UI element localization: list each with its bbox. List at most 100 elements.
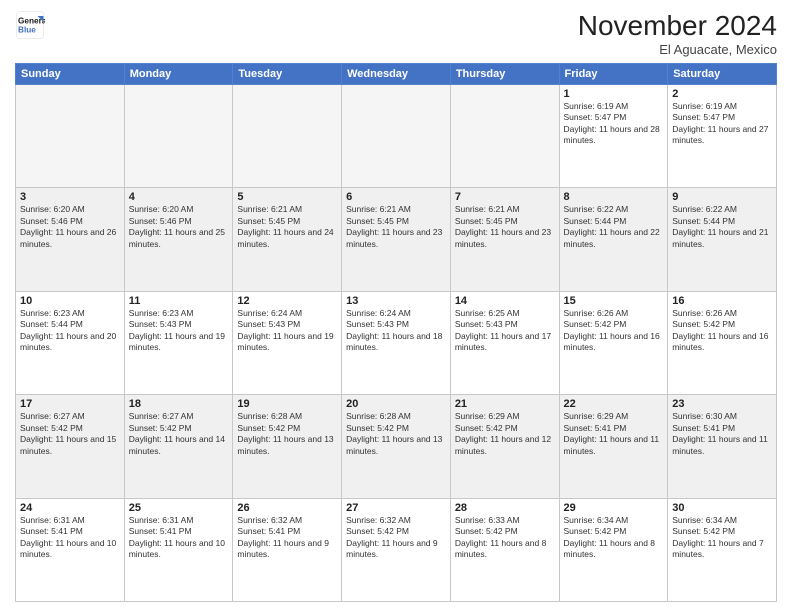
day-number: 12 — [237, 295, 337, 307]
table-row: 30Sunrise: 6:34 AM Sunset: 5:42 PM Dayli… — [668, 498, 777, 601]
day-number: 3 — [20, 191, 120, 203]
day-number: 26 — [237, 502, 337, 514]
day-info: Sunrise: 6:27 AM Sunset: 5:42 PM Dayligh… — [20, 411, 120, 457]
header: General Blue November 2024 El Aguacate, … — [15, 10, 777, 57]
day-info: Sunrise: 6:27 AM Sunset: 5:42 PM Dayligh… — [129, 411, 229, 457]
calendar: Sunday Monday Tuesday Wednesday Thursday… — [15, 63, 777, 602]
table-row: 20Sunrise: 6:28 AM Sunset: 5:42 PM Dayli… — [342, 395, 451, 498]
day-number: 20 — [346, 398, 446, 410]
day-number: 6 — [346, 191, 446, 203]
day-number: 8 — [564, 191, 664, 203]
logo: General Blue — [15, 10, 45, 40]
table-row — [124, 85, 233, 188]
title-block: November 2024 El Aguacate, Mexico — [578, 10, 777, 57]
col-tuesday: Tuesday — [233, 64, 342, 85]
table-row: 4Sunrise: 6:20 AM Sunset: 5:46 PM Daylig… — [124, 188, 233, 291]
day-info: Sunrise: 6:20 AM Sunset: 5:46 PM Dayligh… — [20, 204, 120, 250]
day-number: 23 — [672, 398, 772, 410]
day-number: 1 — [564, 88, 664, 100]
table-row: 22Sunrise: 6:29 AM Sunset: 5:41 PM Dayli… — [559, 395, 668, 498]
day-info: Sunrise: 6:24 AM Sunset: 5:43 PM Dayligh… — [237, 308, 337, 354]
main-title: November 2024 — [578, 10, 777, 42]
calendar-row: 3Sunrise: 6:20 AM Sunset: 5:46 PM Daylig… — [16, 188, 777, 291]
calendar-row: 17Sunrise: 6:27 AM Sunset: 5:42 PM Dayli… — [16, 395, 777, 498]
table-row: 1Sunrise: 6:19 AM Sunset: 5:47 PM Daylig… — [559, 85, 668, 188]
day-info: Sunrise: 6:33 AM Sunset: 5:42 PM Dayligh… — [455, 515, 555, 561]
day-number: 30 — [672, 502, 772, 514]
day-info: Sunrise: 6:32 AM Sunset: 5:42 PM Dayligh… — [346, 515, 446, 561]
day-info: Sunrise: 6:22 AM Sunset: 5:44 PM Dayligh… — [672, 204, 772, 250]
table-row: 3Sunrise: 6:20 AM Sunset: 5:46 PM Daylig… — [16, 188, 125, 291]
table-row: 23Sunrise: 6:30 AM Sunset: 5:41 PM Dayli… — [668, 395, 777, 498]
table-row: 12Sunrise: 6:24 AM Sunset: 5:43 PM Dayli… — [233, 291, 342, 394]
table-row: 26Sunrise: 6:32 AM Sunset: 5:41 PM Dayli… — [233, 498, 342, 601]
table-row: 8Sunrise: 6:22 AM Sunset: 5:44 PM Daylig… — [559, 188, 668, 291]
day-number: 29 — [564, 502, 664, 514]
day-number: 2 — [672, 88, 772, 100]
day-info: Sunrise: 6:24 AM Sunset: 5:43 PM Dayligh… — [346, 308, 446, 354]
day-info: Sunrise: 6:30 AM Sunset: 5:41 PM Dayligh… — [672, 411, 772, 457]
header-row: Sunday Monday Tuesday Wednesday Thursday… — [16, 64, 777, 85]
day-info: Sunrise: 6:19 AM Sunset: 5:47 PM Dayligh… — [564, 101, 664, 147]
table-row: 19Sunrise: 6:28 AM Sunset: 5:42 PM Dayli… — [233, 395, 342, 498]
day-number: 5 — [237, 191, 337, 203]
day-info: Sunrise: 6:28 AM Sunset: 5:42 PM Dayligh… — [237, 411, 337, 457]
table-row: 28Sunrise: 6:33 AM Sunset: 5:42 PM Dayli… — [450, 498, 559, 601]
day-number: 7 — [455, 191, 555, 203]
table-row: 17Sunrise: 6:27 AM Sunset: 5:42 PM Dayli… — [16, 395, 125, 498]
table-row: 25Sunrise: 6:31 AM Sunset: 5:41 PM Dayli… — [124, 498, 233, 601]
day-number: 13 — [346, 295, 446, 307]
day-number: 11 — [129, 295, 229, 307]
table-row — [233, 85, 342, 188]
day-number: 28 — [455, 502, 555, 514]
day-number: 22 — [564, 398, 664, 410]
day-info: Sunrise: 6:26 AM Sunset: 5:42 PM Dayligh… — [672, 308, 772, 354]
svg-text:Blue: Blue — [18, 26, 36, 35]
table-row: 14Sunrise: 6:25 AM Sunset: 5:43 PM Dayli… — [450, 291, 559, 394]
day-number: 25 — [129, 502, 229, 514]
day-number: 15 — [564, 295, 664, 307]
table-row — [450, 85, 559, 188]
col-monday: Monday — [124, 64, 233, 85]
col-saturday: Saturday — [668, 64, 777, 85]
day-info: Sunrise: 6:22 AM Sunset: 5:44 PM Dayligh… — [564, 204, 664, 250]
day-number: 27 — [346, 502, 446, 514]
table-row: 15Sunrise: 6:26 AM Sunset: 5:42 PM Dayli… — [559, 291, 668, 394]
day-info: Sunrise: 6:23 AM Sunset: 5:44 PM Dayligh… — [20, 308, 120, 354]
col-friday: Friday — [559, 64, 668, 85]
table-row — [16, 85, 125, 188]
day-info: Sunrise: 6:29 AM Sunset: 5:41 PM Dayligh… — [564, 411, 664, 457]
table-row: 18Sunrise: 6:27 AM Sunset: 5:42 PM Dayli… — [124, 395, 233, 498]
day-number: 10 — [20, 295, 120, 307]
table-row: 5Sunrise: 6:21 AM Sunset: 5:45 PM Daylig… — [233, 188, 342, 291]
table-row: 6Sunrise: 6:21 AM Sunset: 5:45 PM Daylig… — [342, 188, 451, 291]
col-wednesday: Wednesday — [342, 64, 451, 85]
table-row — [342, 85, 451, 188]
col-thursday: Thursday — [450, 64, 559, 85]
day-info: Sunrise: 6:25 AM Sunset: 5:43 PM Dayligh… — [455, 308, 555, 354]
day-info: Sunrise: 6:21 AM Sunset: 5:45 PM Dayligh… — [237, 204, 337, 250]
table-row: 10Sunrise: 6:23 AM Sunset: 5:44 PM Dayli… — [16, 291, 125, 394]
day-info: Sunrise: 6:28 AM Sunset: 5:42 PM Dayligh… — [346, 411, 446, 457]
day-info: Sunrise: 6:19 AM Sunset: 5:47 PM Dayligh… — [672, 101, 772, 147]
logo-icon: General Blue — [15, 10, 45, 40]
table-row: 13Sunrise: 6:24 AM Sunset: 5:43 PM Dayli… — [342, 291, 451, 394]
calendar-row: 24Sunrise: 6:31 AM Sunset: 5:41 PM Dayli… — [16, 498, 777, 601]
day-info: Sunrise: 6:29 AM Sunset: 5:42 PM Dayligh… — [455, 411, 555, 457]
table-row: 2Sunrise: 6:19 AM Sunset: 5:47 PM Daylig… — [668, 85, 777, 188]
table-row: 21Sunrise: 6:29 AM Sunset: 5:42 PM Dayli… — [450, 395, 559, 498]
table-row: 7Sunrise: 6:21 AM Sunset: 5:45 PM Daylig… — [450, 188, 559, 291]
day-number: 9 — [672, 191, 772, 203]
table-row: 16Sunrise: 6:26 AM Sunset: 5:42 PM Dayli… — [668, 291, 777, 394]
day-number: 17 — [20, 398, 120, 410]
day-info: Sunrise: 6:34 AM Sunset: 5:42 PM Dayligh… — [672, 515, 772, 561]
day-number: 19 — [237, 398, 337, 410]
day-info: Sunrise: 6:21 AM Sunset: 5:45 PM Dayligh… — [455, 204, 555, 250]
table-row: 24Sunrise: 6:31 AM Sunset: 5:41 PM Dayli… — [16, 498, 125, 601]
day-info: Sunrise: 6:31 AM Sunset: 5:41 PM Dayligh… — [129, 515, 229, 561]
calendar-row: 1Sunrise: 6:19 AM Sunset: 5:47 PM Daylig… — [16, 85, 777, 188]
day-number: 16 — [672, 295, 772, 307]
col-sunday: Sunday — [16, 64, 125, 85]
day-info: Sunrise: 6:21 AM Sunset: 5:45 PM Dayligh… — [346, 204, 446, 250]
day-info: Sunrise: 6:26 AM Sunset: 5:42 PM Dayligh… — [564, 308, 664, 354]
